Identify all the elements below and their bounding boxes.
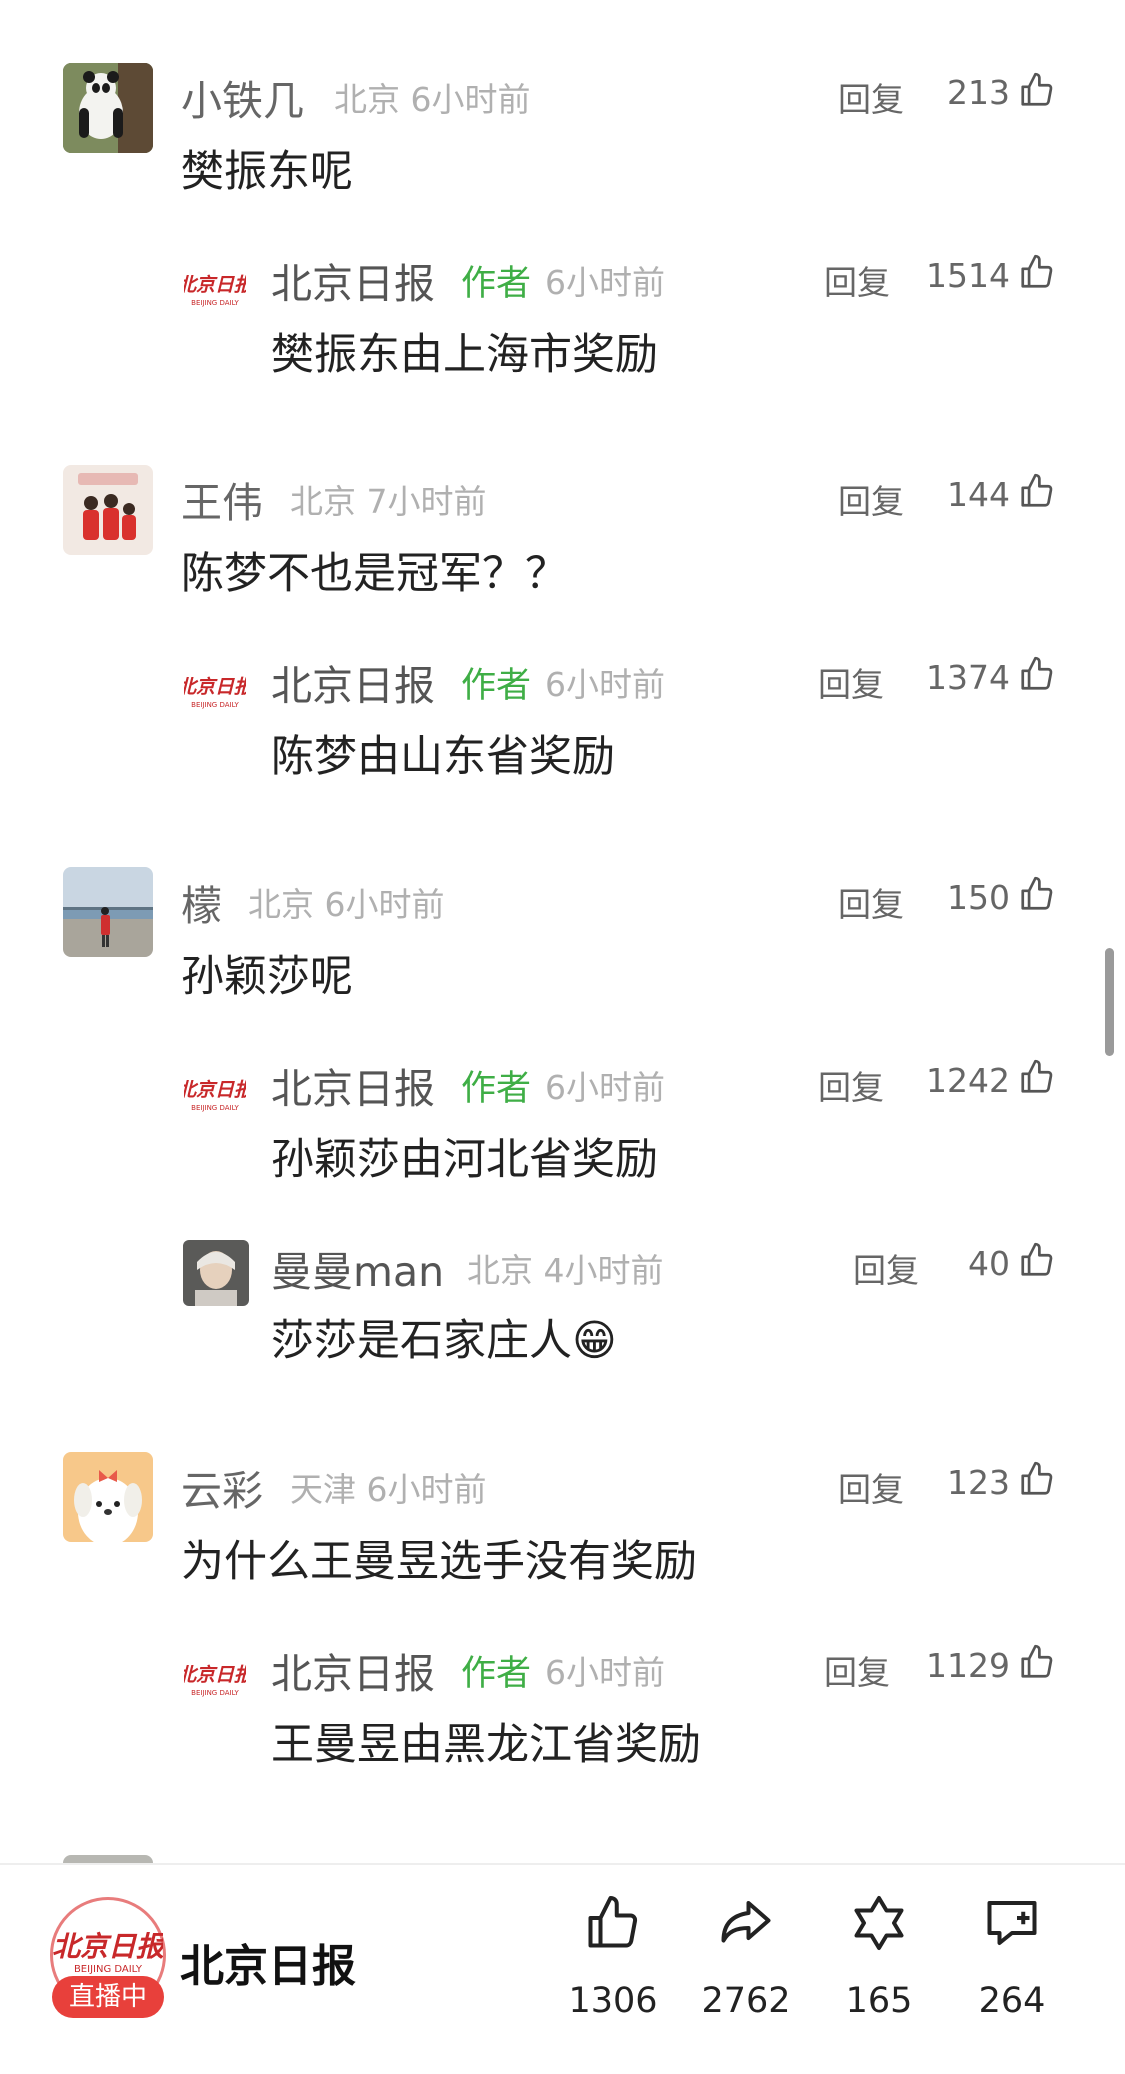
like-count: 213	[947, 73, 1010, 112]
author-tag: 作者	[461, 666, 532, 706]
comment-text: 樊振东呢	[181, 147, 353, 197]
reply-text: 陈梦由山东省奖励	[271, 732, 615, 782]
thumbs-up-icon[interactable]	[1018, 655, 1056, 693]
reply-button[interactable]: 回复	[838, 475, 904, 523]
thumbs-up-icon[interactable]	[1018, 1058, 1056, 1096]
comment-text: 孙颖莎呢	[181, 952, 353, 1002]
grinning-emoji-icon: 😁	[572, 1316, 617, 1366]
beijing-daily-logo[interactable]: 北京日报 BEIJING DAILY	[177, 667, 256, 717]
comment-text: 为什么王曼昱选手没有奖励	[181, 1537, 697, 1587]
reply-text: 王曼昱由黑龙江省奖励	[271, 1720, 701, 1770]
thumbs-up-icon[interactable]	[1018, 253, 1056, 291]
bottom-action-bar: 北京日报 BEIJING DAILY 直播中 北京日报 1306 2762 16…	[0, 1863, 1125, 2074]
reply-text-body: 莎莎是石家庄人	[271, 1316, 572, 1366]
reply-meta: 6小时前	[545, 1653, 665, 1692]
reply-button[interactable]: 回复	[818, 1061, 884, 1109]
share-arrow-icon	[721, 1901, 771, 1943]
like-action[interactable]: 1306	[548, 1893, 678, 2043]
comment-username[interactable]: 檬	[181, 872, 222, 932]
thumbs-up-icon[interactable]	[1018, 472, 1056, 510]
beijing-daily-logo[interactable]: 北京日报 BEIJING DAILY	[177, 265, 256, 315]
reply-text: 樊振东由上海市奖励	[271, 330, 658, 380]
author-tag: 作者	[461, 1069, 532, 1109]
like-count: 40	[968, 1244, 1010, 1283]
hexagram-icon	[854, 1896, 904, 1950]
reply-button[interactable]: 回复	[838, 1463, 904, 1511]
like-count: 123	[947, 1463, 1010, 1502]
beijing-daily-logo[interactable]: 北京日报 BEIJING DAILY	[177, 1655, 256, 1705]
svg-text:BEIJING DAILY: BEIJING DAILY	[191, 299, 239, 307]
like-count: 1374	[926, 658, 1010, 697]
comment-username[interactable]: 小铁几	[181, 67, 304, 127]
reply-meta: 6小时前	[545, 1068, 665, 1107]
channel-logo-text: 北京日报	[53, 1930, 163, 1963]
reply-text: 孙颖莎由河北省奖励	[271, 1135, 658, 1185]
beijing-daily-logo[interactable]: 北京日报 BEIJING DAILY	[177, 1070, 256, 1120]
reply-meta: 6小时前	[545, 263, 665, 302]
reply-username[interactable]: 北京日报	[271, 652, 435, 712]
collect-action[interactable]: 165	[814, 1893, 944, 2043]
like-count: 1129	[926, 1646, 1010, 1685]
share-total: 2762	[701, 1981, 791, 2021]
share-action[interactable]: 2762	[681, 1893, 811, 2043]
svg-text:BEIJING DAILY: BEIJING DAILY	[191, 1689, 239, 1697]
reply-username[interactable]: 曼曼man	[271, 1238, 444, 1298]
channel-name[interactable]: 北京日报	[180, 1930, 356, 1994]
comment-total: 264	[978, 1981, 1046, 2021]
reply-button[interactable]: 回复	[824, 256, 890, 304]
comment-meta: 北京 6小时前	[248, 885, 445, 924]
like-count: 150	[947, 878, 1010, 917]
comment-add-icon	[987, 1901, 1037, 1945]
reply-meta: 6小时前	[545, 665, 665, 704]
svg-text:BEIJING DAILY: BEIJING DAILY	[191, 701, 239, 709]
user-avatar[interactable]	[63, 867, 153, 957]
comment-meta: 北京 6小时前	[334, 80, 531, 119]
thumbs-up-icon[interactable]	[1018, 1241, 1056, 1279]
collect-total: 165	[845, 1981, 913, 2021]
thumbs-up-icon	[588, 1896, 638, 1948]
comment-username[interactable]: 云彩	[181, 1457, 263, 1517]
reply-button[interactable]: 回复	[824, 1646, 890, 1694]
comment-username[interactable]: 王伟	[181, 469, 263, 529]
comment-meta: 北京 7小时前	[290, 482, 487, 521]
svg-text:BEIJING DAILY: BEIJING DAILY	[191, 1104, 239, 1112]
like-count: 1242	[926, 1061, 1010, 1100]
reply-username[interactable]: 北京日报	[271, 1055, 435, 1115]
user-avatar[interactable]	[63, 465, 153, 555]
like-total: 1306	[568, 1981, 658, 2021]
author-tag: 作者	[461, 1654, 532, 1694]
reply-button[interactable]: 回复	[838, 878, 904, 926]
channel-logo-subtext: BEIJING DAILY	[74, 1964, 143, 1975]
live-badge[interactable]: 直播中	[52, 1976, 164, 2018]
user-avatar[interactable]	[63, 63, 153, 153]
reply-username[interactable]: 北京日报	[271, 250, 435, 310]
like-count: 1514	[926, 256, 1010, 295]
author-tag: 作者	[461, 264, 532, 304]
comment-action[interactable]: 264	[947, 1893, 1077, 2043]
reply-meta: 北京 4小时前	[467, 1251, 664, 1290]
svg-text:北京日报: 北京日报	[184, 676, 246, 698]
reply-text: 莎莎是石家庄人😁	[271, 1306, 617, 1368]
thumbs-up-icon[interactable]	[1018, 1460, 1056, 1498]
svg-text:北京日报: 北京日报	[184, 1079, 246, 1101]
reply-button[interactable]: 回复	[838, 73, 904, 121]
user-avatar[interactable]	[63, 1452, 153, 1542]
thumbs-up-icon[interactable]	[1018, 71, 1056, 109]
thumbs-up-icon[interactable]	[1018, 1643, 1056, 1681]
reply-button[interactable]: 回复	[818, 658, 884, 706]
scrollbar-thumb[interactable]	[1105, 948, 1114, 1056]
like-count: 144	[947, 475, 1010, 514]
reply-username[interactable]: 北京日报	[271, 1640, 435, 1700]
comment-meta: 天津 6小时前	[290, 1470, 487, 1509]
user-avatar[interactable]	[183, 1240, 249, 1306]
thumbs-up-icon[interactable]	[1018, 875, 1056, 913]
svg-text:北京日报: 北京日报	[184, 1664, 246, 1686]
comment-text: 陈梦不也是冠军？？	[181, 549, 568, 599]
svg-text:北京日报: 北京日报	[184, 274, 246, 296]
